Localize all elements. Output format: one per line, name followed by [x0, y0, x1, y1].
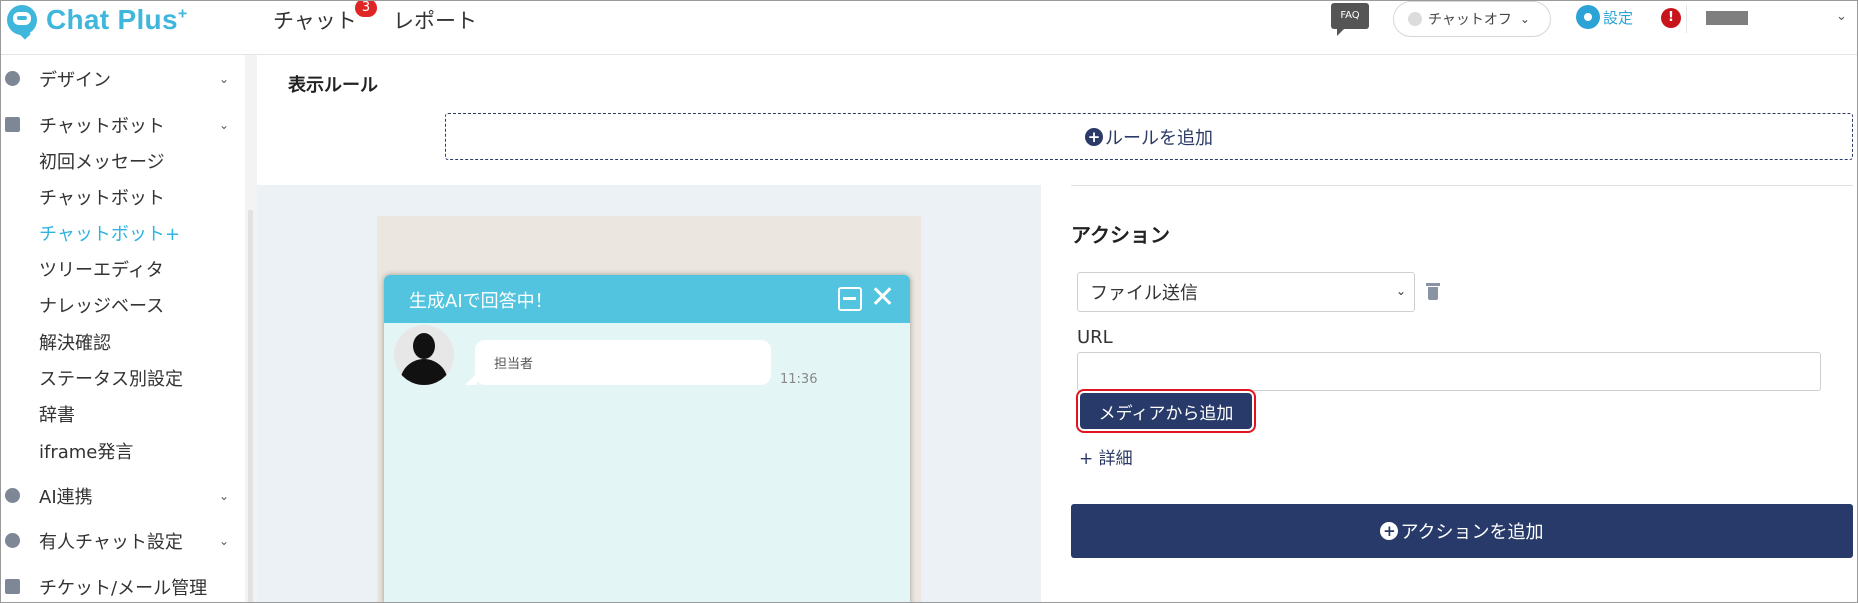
- sidebar-item-dictionary[interactable]: 辞書: [39, 401, 75, 427]
- sidebar-item-resolution-check[interactable]: 解決確認: [39, 329, 111, 355]
- action-type-value: ファイル送信: [1090, 283, 1198, 304]
- user-menu-chevron-icon[interactable]: ⌄: [1836, 9, 1847, 24]
- action-type-select[interactable]: ファイル送信 ⌄: [1077, 272, 1415, 312]
- sidebar-item-chatbot-plus[interactable]: チャットボット+: [39, 220, 180, 246]
- sidebar: デザイン ⌄ チャットボット ⌄ 初回メッセージ チャットボット チャットボット…: [1, 55, 257, 602]
- close-icon[interactable]: ✕: [870, 280, 895, 316]
- chat-status-label: チャットオフ: [1428, 12, 1512, 28]
- plus-circle-icon: +: [1380, 522, 1399, 540]
- sidebar-group-design[interactable]: デザイン ⌄: [1, 66, 241, 92]
- chevron-down-icon: ⌄: [219, 534, 230, 548]
- sidebar-group-ticket[interactable]: チケット/メール管理: [1, 574, 241, 600]
- chat-widget-header: 生成AIで回答中！ ✕: [384, 275, 910, 323]
- url-label: URL: [1077, 327, 1113, 348]
- add-from-media-button[interactable]: メディアから追加: [1076, 389, 1256, 433]
- settings-label: 設定: [1603, 8, 1634, 27]
- sidebar-item-chatbot[interactable]: チャットボット: [39, 184, 165, 210]
- chat-message-bubble: 担当者: [465, 340, 771, 385]
- status-dot-icon: [1408, 12, 1422, 26]
- chevron-down-icon: ⌄: [1519, 12, 1530, 26]
- section-divider: [1071, 185, 1853, 186]
- chat-widget-title: 生成AIで回答中！: [409, 291, 553, 312]
- chevron-down-icon: ⌄: [1395, 284, 1406, 298]
- sidebar-group-ai[interactable]: AI連携 ⌄: [1, 483, 241, 509]
- app-frame: Chat Plus+ チャット 3 レポート FAQ チャットオフ ⌄ 設定 !…: [0, 0, 1858, 603]
- sidebar-item-first-message[interactable]: 初回メッセージ: [39, 148, 165, 174]
- palette-icon: [5, 71, 20, 86]
- chat-widget-preview: 生成AIで回答中！ ✕ 担当者 11:36: [384, 275, 910, 602]
- add-rule-label: ルールを追加: [1105, 127, 1213, 149]
- chat-status-toggle[interactable]: チャットオフ ⌄: [1393, 1, 1551, 37]
- sidebar-item-tree-editor[interactable]: ツリーエディタ: [39, 256, 164, 282]
- add-action-button[interactable]: + アクションを追加: [1071, 504, 1853, 558]
- add-from-media-label: メディアから追加: [1080, 393, 1252, 429]
- alert-icon[interactable]: !: [1661, 8, 1681, 28]
- avatar: [394, 325, 454, 385]
- add-action-label: アクションを追加: [1400, 522, 1544, 543]
- logo-icon: [7, 5, 37, 40]
- chat-bubbles-icon: [5, 117, 20, 132]
- brand-logo[interactable]: Chat Plus+: [7, 2, 188, 40]
- user-name-redacted[interactable]: [1706, 11, 1748, 25]
- nav-chat[interactable]: チャット: [273, 5, 357, 35]
- sidebar-group-label: デザイン: [39, 70, 111, 91]
- chevron-down-icon: ⌄: [219, 72, 230, 86]
- chat-count-badge: 3: [355, 1, 377, 17]
- chevron-down-icon: ⌄: [219, 489, 230, 503]
- sidebar-group-label: チャットボット: [39, 116, 165, 137]
- brand-name: Chat Plus+: [46, 4, 188, 35]
- bulb-icon: [5, 488, 20, 503]
- settings-link[interactable]: 設定: [1576, 5, 1633, 29]
- gear-icon: [1576, 5, 1600, 29]
- sidebar-group-label: 有人チャット設定: [39, 532, 183, 553]
- sidebar-group-label: チケット/メール管理: [39, 578, 208, 599]
- sidebar-group-operator-chat[interactable]: 有人チャット設定 ⌄: [1, 528, 241, 554]
- sidebar-item-iframe[interactable]: iframe発言: [39, 438, 133, 464]
- sidebar-group-chatbot[interactable]: チャットボット ⌄: [1, 112, 241, 138]
- plus-circle-icon: +: [1085, 127, 1103, 146]
- detail-toggle-link[interactable]: + 詳細: [1079, 444, 1133, 469]
- ticket-icon: [5, 579, 20, 594]
- minimize-icon[interactable]: [838, 287, 862, 311]
- sidebar-scroll-thumb[interactable]: [248, 210, 253, 602]
- chat-message-text: 担当者: [494, 357, 534, 372]
- sidebar-item-status-settings[interactable]: ステータス別設定: [39, 365, 183, 391]
- add-rule-button[interactable]: + ルールを追加: [445, 113, 1853, 160]
- nav-report[interactable]: レポート: [393, 5, 477, 35]
- top-header: Chat Plus+ チャット 3 レポート FAQ チャットオフ ⌄ 設定 !…: [1, 1, 1857, 55]
- message-timestamp: 11:36: [780, 372, 818, 387]
- action-title: アクション: [1071, 223, 1170, 247]
- faq-icon[interactable]: FAQ: [1331, 3, 1369, 36]
- sidebar-item-knowledge-base[interactable]: ナレッジベース: [39, 292, 164, 318]
- sidebar-group-label: AI連携: [39, 487, 93, 508]
- chevron-down-icon: ⌄: [219, 118, 230, 132]
- url-input[interactable]: [1077, 352, 1821, 391]
- operator-icon: [5, 533, 20, 548]
- display-rule-title: 表示ルール: [288, 75, 378, 96]
- trash-icon[interactable]: [1426, 283, 1440, 300]
- header-divider: [1686, 5, 1687, 33]
